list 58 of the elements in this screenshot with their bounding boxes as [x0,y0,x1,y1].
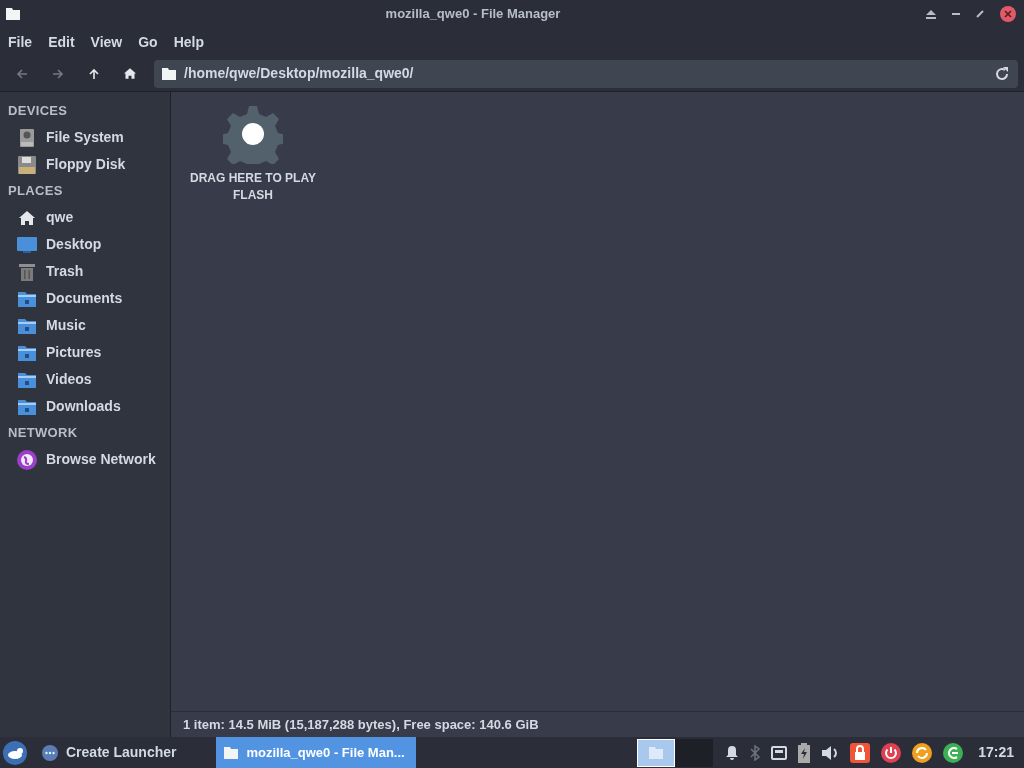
window-title: mozilla_qwe0 - File Manager [384,5,562,24]
battery-icon[interactable] [798,742,811,763]
eject-icon[interactable] [926,9,936,19]
section-heading: DEVICES [8,102,69,121]
sidebar-item[interactable]: qwe [8,204,170,231]
sidebar-item[interactable]: Floppy Disk [8,151,170,178]
folder-icon [17,316,37,335]
sidebar-item[interactable]: Downloads [8,393,170,420]
menu-item[interactable]: File [4,31,37,53]
refresh-icon[interactable] [912,742,933,763]
right-arrow-icon [52,67,64,80]
power-icon[interactable] [881,742,902,763]
close-icon[interactable] [1000,6,1016,22]
bluetooth-icon[interactable] [750,744,761,761]
sidebar-item[interactable]: Trash [8,258,170,285]
desktop-file[interactable]: DRAG HERE TO PLAY FLASH [183,104,323,204]
workspace-button[interactable] [637,738,676,767]
folder-icon [17,289,37,308]
sidebar-item[interactable]: Videos [8,366,170,393]
desktop-icon [17,235,37,254]
section-heading: PLACES [8,182,64,201]
launcher-button[interactable]: Create Launcher [42,742,177,763]
lock-icon[interactable] [850,742,871,763]
menu-item[interactable]: Go [134,31,162,53]
clock: 17:21 [978,743,1014,762]
menu-item[interactable]: Help [169,31,209,53]
sidebar-item[interactable]: Desktop [8,231,170,258]
sidebar-item[interactable]: Documents [8,285,170,312]
path-text: /home/qwe/Desktop/mozilla_qwe0/ [184,64,415,83]
sidebar-item[interactable]: File System [8,124,170,151]
dots-icon [42,744,58,761]
up-arrow-icon [88,67,100,80]
trash-icon [18,262,36,281]
left-arrow-icon [16,67,28,80]
maximize-icon[interactable] [976,10,984,18]
home-icon [124,68,136,79]
folder-icon [17,370,37,389]
speaker-icon[interactable] [821,744,840,761]
folder-icon [17,343,37,362]
folder-icon [162,67,176,80]
folder-icon [649,746,664,759]
home-icon [19,210,35,225]
sidebar-item[interactable]: Browse Network [8,446,170,473]
globe-icon [17,449,37,470]
hard-drive-icon [20,128,34,147]
sidebar-item[interactable]: Music [8,312,170,339]
logout-icon[interactable] [943,742,964,763]
folder-icon [6,8,20,20]
sidebar-item[interactable]: Pictures [8,339,170,366]
folder-icon [17,397,37,416]
bell-icon[interactable] [725,744,740,761]
gear-icon [223,104,283,164]
section-heading: NETWORK [8,424,79,443]
folder-icon [224,746,239,759]
reload-icon[interactable] [994,65,1010,82]
menu-item[interactable]: View [86,31,127,53]
menu-item[interactable]: Edit [44,31,79,53]
path-field[interactable]: /home/qwe/Desktop/mozilla_qwe0/ [154,59,1018,88]
